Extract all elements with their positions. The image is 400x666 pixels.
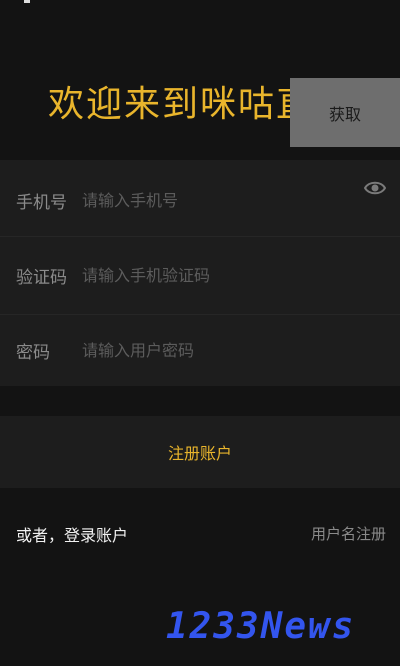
eye-icon[interactable]	[364, 180, 386, 196]
code-input[interactable]	[82, 263, 282, 287]
register-button[interactable]: 注册账户	[0, 416, 400, 488]
phone-label: 手机号	[16, 193, 67, 213]
registration-form: 手机号 验证码 密码	[0, 160, 400, 386]
password-row: 密码	[0, 314, 400, 386]
code-row: 验证码	[0, 236, 400, 315]
username-register-link[interactable]: 用户名注册	[311, 523, 386, 544]
password-label: 密码	[16, 343, 50, 363]
code-label: 验证码	[16, 268, 67, 288]
password-input[interactable]	[82, 338, 352, 362]
login-link[interactable]: 或者，登录账户	[16, 522, 128, 546]
status-bar	[0, 0, 400, 8]
status-bar-indicator	[24, 0, 30, 3]
get-code-button[interactable]: 获取	[290, 78, 400, 147]
watermark-logo: 1233News	[166, 606, 356, 647]
phone-input[interactable]	[82, 188, 382, 212]
phone-row: 手机号	[0, 160, 400, 237]
